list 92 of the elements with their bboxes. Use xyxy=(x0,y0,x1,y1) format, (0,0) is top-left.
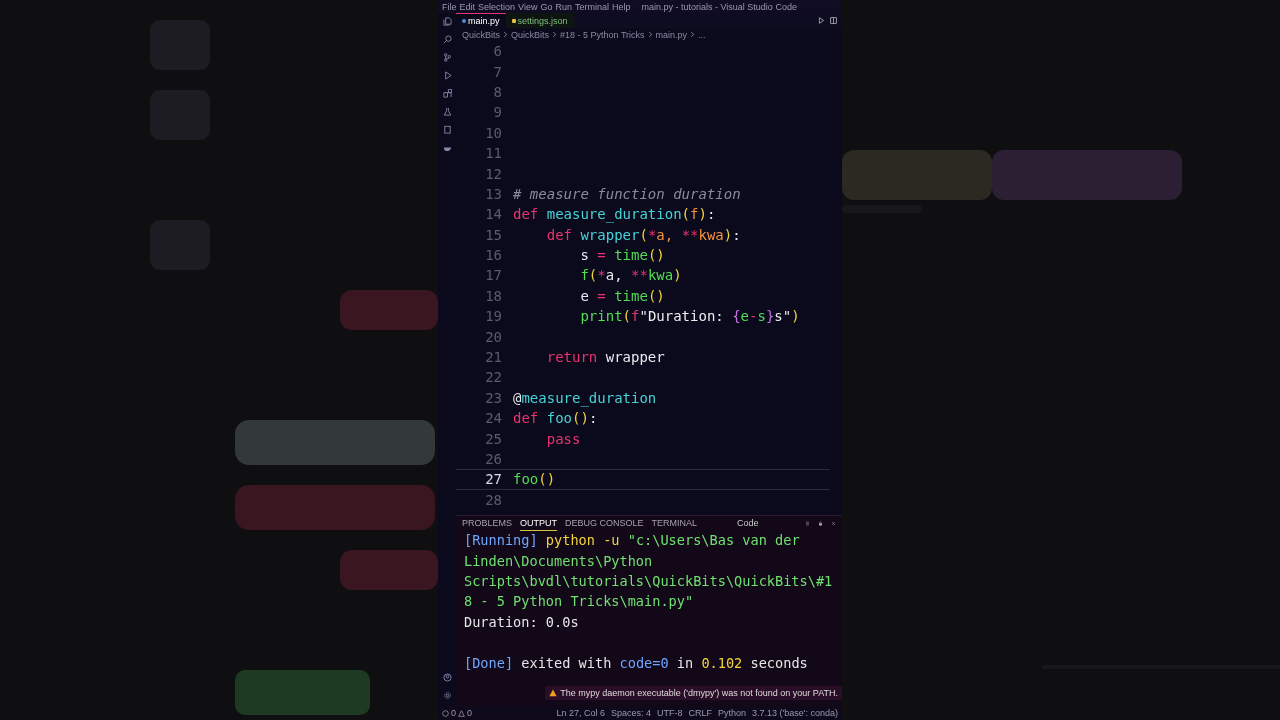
panel-tab[interactable]: PROBLEMS xyxy=(462,516,512,530)
status-item[interactable]: CRLF xyxy=(688,708,712,718)
line-number: 20 xyxy=(484,328,502,345)
breadcrumb-item[interactable]: QuickBits xyxy=(511,29,550,40)
clear-icon[interactable] xyxy=(805,520,810,526)
line-number: 9 xyxy=(492,104,502,121)
notification-message: The mypy daemon executable ('dmypy') was not found on your PATH. xyxy=(560,688,838,698)
warning-icon xyxy=(458,709,465,717)
code-line: @measure_duration xyxy=(513,389,657,406)
line-number: 21 xyxy=(484,349,502,366)
code-line: s = time() xyxy=(579,247,665,264)
status-item[interactable]: Python xyxy=(717,708,746,718)
line-number: 6 xyxy=(492,43,502,60)
code-line: def measure_duration(f): xyxy=(513,206,716,223)
line-number: 22 xyxy=(484,369,502,386)
line-number: 7 xyxy=(492,63,502,80)
chevron-icon xyxy=(690,31,696,38)
output-line: [Done] exited with code=0 in 0.102 seconds xyxy=(464,654,808,671)
line-number: 26 xyxy=(484,451,502,467)
menu-item[interactable]: View xyxy=(518,1,538,12)
account-icon[interactable] xyxy=(442,673,452,682)
problems-status[interactable]: 0 0 xyxy=(442,708,473,718)
line-number: 27 xyxy=(484,471,502,488)
run-icon[interactable] xyxy=(442,71,452,80)
window-title: main.py - tutorials - Visual Studio Code xyxy=(641,1,797,12)
menu-item[interactable]: File xyxy=(442,1,457,12)
warning-count: 0 xyxy=(467,708,473,718)
line-number: 15 xyxy=(484,226,502,243)
line-number: 28 xyxy=(484,491,502,508)
settings-icon[interactable] xyxy=(442,691,452,700)
panel-tab[interactable]: DEBUG CONSOLE xyxy=(565,516,644,530)
code-line: pass xyxy=(545,430,581,447)
error-icon xyxy=(442,709,449,717)
notebook-icon[interactable] xyxy=(442,125,452,134)
panel-tab[interactable]: OUTPUT xyxy=(520,515,557,531)
output-channel-dropdown[interactable]: Code xyxy=(737,518,797,528)
search-icon[interactable] xyxy=(442,35,452,44)
code-line: e = time() xyxy=(579,287,665,304)
chevron-icon xyxy=(647,31,653,38)
code-line: def wrapper(*a, **kwa): xyxy=(545,226,741,243)
line-number: 13 xyxy=(484,185,502,202)
code-line: print(f"Duration: {e-s}s") xyxy=(579,308,800,325)
breadcrumb-item[interactable]: main.py xyxy=(655,29,688,40)
line-number: 12 xyxy=(484,165,502,182)
panel-tab[interactable]: TERMINAL xyxy=(651,516,698,530)
menu-item[interactable]: Terminal xyxy=(574,1,609,12)
status-item[interactable]: Spaces: 4 xyxy=(610,708,651,718)
code-line: f(*a, **kwa) xyxy=(579,267,682,284)
code-line: foo() xyxy=(513,471,556,488)
menu-item[interactable]: Go xyxy=(540,1,553,12)
line-number: 16 xyxy=(484,247,502,264)
output-line: 8 - 5 Python Tricks\main.py" xyxy=(464,593,694,610)
status-item[interactable]: 3.7.13 ('base': conda) xyxy=(752,708,838,718)
line-number: 24 xyxy=(484,410,502,427)
line-number: 11 xyxy=(484,145,502,162)
editor-tab[interactable]: settings.json xyxy=(505,13,574,28)
line-number: 14 xyxy=(484,206,502,223)
chevron-icon xyxy=(552,31,558,38)
line-number: 19 xyxy=(484,308,502,325)
breadcrumb-item[interactable]: #18 - 5 Python Tricks xyxy=(560,29,645,40)
menu-item[interactable]: Help xyxy=(611,1,631,12)
code-line: # measure function duration xyxy=(513,185,741,202)
output-line: Scripts\bvdl\tutorials\QuickBits\QuickBits\#1 xyxy=(464,572,833,589)
lock-icon[interactable] xyxy=(818,520,823,526)
code-line: def foo(): xyxy=(513,410,598,427)
line-number: 8 xyxy=(492,83,502,100)
status-item[interactable]: UTF-8 xyxy=(656,708,683,718)
line-number: 18 xyxy=(484,287,502,304)
code-line: return wrapper xyxy=(545,349,665,366)
menu-item[interactable]: Run xyxy=(555,1,572,12)
error-count: 0 xyxy=(451,708,456,718)
status-item[interactable]: Ln 27, Col 6 xyxy=(556,708,605,718)
output-line: Linden\Documents\Python xyxy=(464,552,653,569)
menu-item[interactable]: Edit xyxy=(459,1,476,12)
line-number: 10 xyxy=(484,124,502,141)
breadcrumb-item[interactable]: QuickBits xyxy=(462,29,500,40)
output-line: Duration: 0.0s xyxy=(464,613,579,630)
warning-icon xyxy=(549,689,558,697)
close-icon[interactable] xyxy=(831,520,836,526)
split-editor-icon[interactable] xyxy=(830,17,837,24)
line-number: 23 xyxy=(484,389,502,406)
flask-icon[interactable] xyxy=(442,107,452,116)
menu-item[interactable]: Selection xyxy=(478,1,516,12)
breadcrumb-item[interactable]: ... xyxy=(698,29,706,40)
run-icon[interactable] xyxy=(818,17,825,24)
files-icon[interactable] xyxy=(442,17,452,26)
extensions-icon[interactable] xyxy=(442,89,452,98)
output-line: [Running] python -u "c:\Users\Bas van der xyxy=(464,532,800,549)
line-number: 17 xyxy=(484,267,502,284)
branch-icon[interactable] xyxy=(442,53,452,62)
chevron-icon xyxy=(503,31,508,38)
line-number: 25 xyxy=(484,430,502,447)
